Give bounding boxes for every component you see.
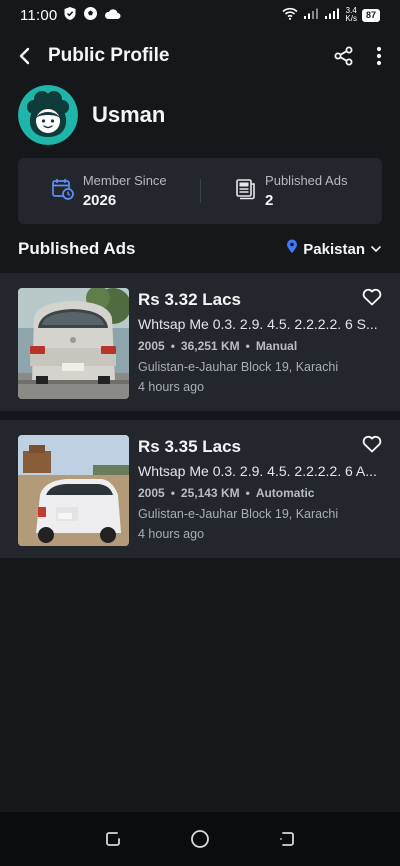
stat-value: 2 bbox=[265, 192, 274, 209]
separator-dot: • bbox=[170, 339, 175, 353]
ad-time: 4 hours ago bbox=[138, 380, 205, 394]
stat-label: Member Since bbox=[82, 173, 167, 188]
home-icon[interactable] bbox=[190, 829, 210, 849]
ad-price: Rs 3.32 Lacs bbox=[138, 290, 242, 309]
back-icon[interactable] bbox=[278, 830, 296, 848]
page-title: Public Profile bbox=[48, 45, 170, 66]
heart-icon[interactable] bbox=[362, 435, 382, 458]
ad-time: 4 hours ago bbox=[138, 527, 205, 541]
heart-icon[interactable] bbox=[362, 288, 382, 311]
location-label: Pakistan bbox=[303, 240, 365, 258]
separator-dot: • bbox=[245, 486, 250, 500]
stat-value: 2026 bbox=[82, 192, 117, 209]
ad-location: Gulistan-e-Jauhar Block 19, Karachi bbox=[138, 507, 339, 521]
published-ads-header: Published Ads Pakistan bbox=[18, 236, 382, 262]
ad-meta: 2005 • 36,251 KM • Manual bbox=[138, 339, 382, 353]
section-title: Published Ads bbox=[18, 239, 136, 258]
signal-icon bbox=[303, 7, 319, 24]
share-icon[interactable] bbox=[334, 46, 354, 66]
ad-year: 2005 bbox=[138, 486, 165, 500]
ad-transmission: Automatic bbox=[255, 486, 315, 500]
ad-meta: 2005 • 25,143 KM • Automatic bbox=[138, 486, 382, 500]
app-header: Public Profile bbox=[0, 36, 400, 76]
ad-mileage: 36,251 KM bbox=[180, 339, 240, 353]
profile-stats: Member Since 2026 Published Ads 2 bbox=[18, 158, 382, 224]
separator-dot: • bbox=[245, 339, 250, 353]
location-filter[interactable]: Pakistan bbox=[286, 239, 382, 259]
system-nav-bar bbox=[0, 812, 400, 866]
profile-name: Usman bbox=[92, 102, 166, 127]
chevron-down-icon bbox=[370, 240, 382, 258]
shield-icon bbox=[63, 6, 77, 25]
separator-dot: • bbox=[170, 486, 175, 500]
battery-indicator: 87 bbox=[361, 8, 380, 22]
wifi-icon bbox=[282, 7, 298, 24]
ad-title: Whtsap Me 0.3. 2.9. 4.5. 2.2.2.2. 6 A... bbox=[138, 463, 377, 479]
ad-thumbnail bbox=[18, 435, 129, 546]
football-icon bbox=[83, 6, 98, 25]
ad-location: Gulistan-e-Jauhar Block 19, Karachi bbox=[138, 360, 339, 374]
location-pin-icon bbox=[286, 239, 298, 259]
back-arrow-icon[interactable] bbox=[18, 47, 32, 65]
calendar-clock-icon bbox=[51, 177, 75, 206]
ad-transmission: Manual bbox=[255, 339, 298, 353]
recent-apps-icon[interactable] bbox=[104, 830, 122, 848]
more-vertical-icon[interactable] bbox=[376, 46, 382, 66]
ad-title: Whtsap Me 0.3. 2.9. 4.5. 2.2.2.2. 6 S... bbox=[138, 316, 378, 332]
stat-label: Published Ads bbox=[265, 173, 348, 188]
network-speed: 3.4 K/s bbox=[345, 6, 357, 23]
profile-summary: Usman bbox=[18, 85, 165, 145]
ad-price: Rs 3.35 Lacs bbox=[138, 437, 242, 456]
cloud-icon bbox=[104, 7, 121, 24]
ad-card[interactable]: Rs 3.32 Lacs Whtsap Me 0.3. 2.9. 4.5. 2.… bbox=[0, 273, 400, 411]
ad-mileage: 25,143 KM bbox=[180, 486, 240, 500]
avatar bbox=[18, 85, 78, 145]
stat-member-since: Member Since 2026 bbox=[18, 173, 200, 209]
ads-icon bbox=[235, 178, 257, 205]
status-bar: 11:00 3.4 K/s 87 bbox=[0, 0, 400, 30]
ad-year: 2005 bbox=[138, 339, 165, 353]
status-time: 11:00 bbox=[20, 6, 58, 24]
ad-thumbnail bbox=[18, 288, 129, 399]
stat-published-ads: Published Ads 2 bbox=[201, 173, 383, 209]
ad-card[interactable]: Rs 3.35 Lacs Whtsap Me 0.3. 2.9. 4.5. 2.… bbox=[0, 420, 400, 558]
signal-icon-2 bbox=[324, 7, 340, 24]
